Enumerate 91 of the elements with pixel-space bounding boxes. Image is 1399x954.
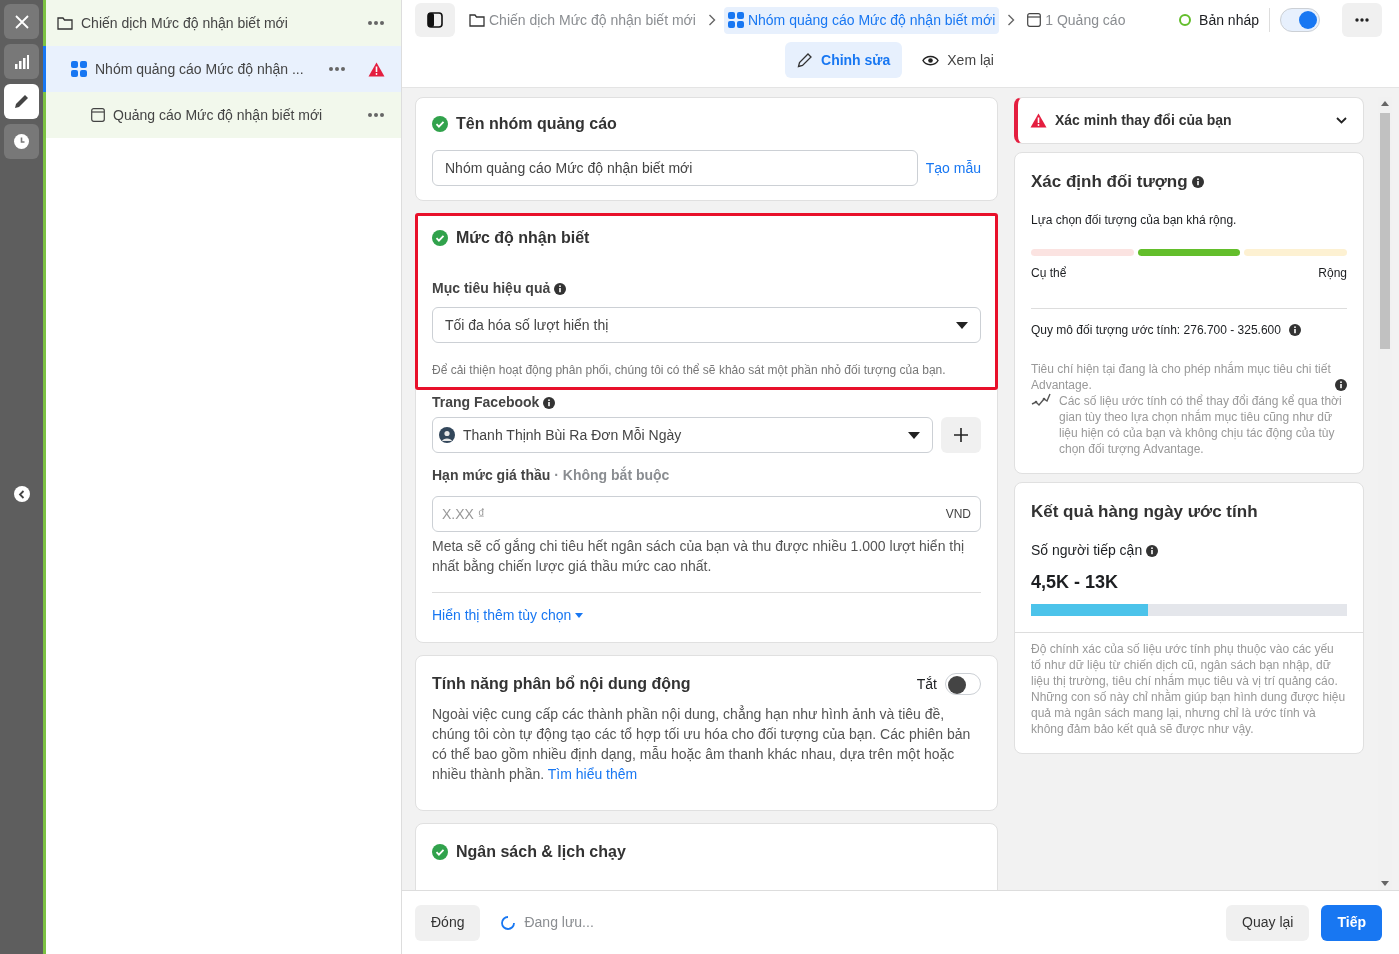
- caret-icon: [956, 321, 968, 329]
- criteria-text: Tiêu chí hiện tại đang là cho phép nhắm mục tiêu chi tiết Advantage.: [1031, 360, 1331, 393]
- status-dot-icon: [1179, 14, 1192, 26]
- eye-icon: [922, 54, 940, 66]
- chevron-right-icon: [707, 14, 716, 26]
- bar-chart-icon: [14, 54, 29, 69]
- saving-status: Đang lưu...: [524, 913, 594, 932]
- window-icon: [1027, 13, 1042, 27]
- section-title: Tính năng phân bổ nội dung động: [432, 674, 691, 694]
- folder-icon: [57, 16, 73, 30]
- alert-panel[interactable]: Xác minh thay đổi của bạn: [1014, 97, 1364, 144]
- tree-item[interactable]: Quảng cáo Mức độ nhận biết mới: [46, 92, 401, 138]
- more-icon[interactable]: [367, 112, 385, 118]
- disclaimer-text: Các số liệu ước tính có thể thay đổi đáng kể qua thời gian tùy theo lựa chọn nhắm mục tiêu cũng như dữ liệu hiện có của bạn và không chịu tác động của tùy chọn đối tượng Advantage.: [1059, 392, 1343, 457]
- tree-item-label: Chiến dịch Mức độ nhận biết mới: [81, 13, 289, 33]
- close-button[interactable]: [4, 4, 39, 39]
- add-button[interactable]: [941, 417, 981, 453]
- mode-tab[interactable]: Chỉnh sửa: [785, 42, 903, 78]
- info-icon: [1191, 175, 1204, 188]
- section-title: Mức độ nhận biết: [456, 228, 590, 248]
- goal-dropdown[interactable]: Tối đa hóa số lượt hiển thị: [432, 307, 981, 343]
- history-button[interactable]: [4, 124, 39, 159]
- tree-item[interactable]: Chiến dịch Mức độ nhận biết mới: [46, 0, 401, 46]
- trend-icon: [1031, 392, 1051, 407]
- avatar-icon: [439, 427, 455, 443]
- more-icon[interactable]: [367, 20, 385, 26]
- page-dropdown[interactable]: Thanh Thịnh Bùi Ra Đơn Mỗi Ngày: [432, 417, 933, 453]
- section-title: Xác định đối tượng: [1031, 171, 1188, 193]
- field-label: Hạn mức giá thầu: [432, 466, 551, 485]
- metric-label: Số người tiếp cận: [1031, 541, 1143, 560]
- disclaimer-text: Độ chính xác của số liệu ước tính phụ thuộc vào các yếu tố như dữ liệu từ chiến dịch cũ, ngân sách bạn nhập, dữ liệu thị trường, tiêu chí nhắm mục tiêu và vị trí quảng cáo. Những con số này chỉ nhằm giúp bạn hình dung được hiệu quả mà ngân sách mang lại, nhưng chỉ là ước tính và không đảm bảo kết quả sẽ được như vậy.: [1030, 641, 1347, 738]
- collapse-button[interactable]: [13, 486, 30, 502]
- section-title: Kết quả hàng ngày ước tính: [1031, 500, 1258, 523]
- more-button[interactable]: [1342, 3, 1382, 37]
- description-text: Ngoài việc cung cấp các thành phần nội dung, chẳng hạn như hình ảnh và tiêu đề, chúng tôi còn tự động tạo các tổ hợp tối ưu hóa cho đối tượng của bạn. Các phiên bản có thể bao gồm nhiều định dạng, mẫu hoặc âm thanh khác nhau, dựa trên một hoặc nhiều thành phần. Tìm hiểu thêm: [432, 704, 972, 784]
- clock-icon: [14, 134, 29, 149]
- edit-button[interactable]: [4, 84, 39, 119]
- metric-value: 4,5K - 13K: [1031, 571, 1120, 594]
- size-text: Quy mô đối tượng ước tính: 276.700 - 325.600: [1031, 321, 1281, 339]
- more-options-link[interactable]: Hiển thị thêm tùy chọn: [432, 605, 584, 626]
- chevron-left-icon: [17, 489, 26, 499]
- grid-icon: [727, 12, 744, 28]
- close-icon: [14, 14, 29, 29]
- help-text: Meta sẽ cố gắng chi tiêu hết ngân sách của bạn và thu được nhiều 1.000 lượt hiển thị nhất bằng chiến lược giá thầu mức cao nhất.: [432, 537, 966, 576]
- grid-icon: [71, 61, 87, 77]
- toggle-switch[interactable]: [945, 673, 981, 695]
- currency-label: VND: [945, 506, 971, 523]
- info-icon: [1146, 544, 1159, 557]
- spinner-icon: [500, 914, 517, 931]
- window-icon: [91, 108, 105, 122]
- template-link[interactable]: Tạo mẫu: [925, 157, 981, 179]
- chevron-down-icon: [1336, 117, 1347, 124]
- name-field[interactable]: Nhóm quảng cáo Mức độ nhận biết mới: [432, 150, 918, 186]
- close-button[interactable]: Đóng: [415, 904, 481, 941]
- scale-label: Rộng: [1318, 264, 1347, 282]
- info-icon: [554, 282, 567, 295]
- learn-more-link[interactable]: Tìm hiểu thêm: [547, 766, 638, 782]
- toggle-switch[interactable]: [1280, 8, 1320, 32]
- sidebar-icon: [427, 12, 443, 28]
- next-button[interactable]: Tiếp: [1321, 904, 1382, 941]
- folder-icon: [469, 13, 485, 27]
- pencil-icon: [14, 94, 29, 109]
- info-icon: [543, 396, 556, 409]
- breadcrumb-link[interactable]: Nhóm quảng cáo Mức độ nhận biết mới: [723, 6, 1000, 34]
- caret-icon: [908, 431, 920, 439]
- warning-icon: [1030, 113, 1047, 128]
- section-title: Ngân sách & lịch chạy: [456, 842, 626, 862]
- chart-button[interactable]: [4, 44, 39, 79]
- plus-icon: [954, 428, 968, 442]
- pencil-icon: [797, 52, 813, 68]
- panel-toggle-button[interactable]: [415, 3, 455, 37]
- optional-label: · Không bắt buộc: [554, 465, 670, 485]
- tree-item-label: Nhóm quảng cáo Mức độ nhận ...: [95, 59, 305, 79]
- mode-tab[interactable]: Xem lại: [910, 42, 1006, 78]
- tree-item[interactable]: Nhóm quảng cáo Mức độ nhận ...: [43, 46, 401, 92]
- chevron-right-icon: [1007, 14, 1016, 26]
- field-label: Mục tiêu hiệu quả: [432, 279, 551, 298]
- more-icon[interactable]: [328, 66, 346, 72]
- scale-label: Cụ thể: [1031, 264, 1067, 282]
- summary-text: Lựa chọn đối tượng của bạn khá rộng.: [1031, 211, 1238, 229]
- status-label: Bản nháp: [1199, 10, 1259, 30]
- info-icon: [1288, 323, 1301, 336]
- toggle-label: Tắt: [916, 674, 937, 694]
- note-text: Để cải thiện hoạt động phân phối, chúng tôi có thể sẽ khảo sát một phần nhỏ đối tượng của bạn.: [432, 362, 947, 379]
- tree-item-label: Quảng cáo Mức độ nhận biết mới: [113, 105, 324, 125]
- field-label: Trang Facebook: [432, 393, 540, 412]
- back-button[interactable]: Quay lại: [1226, 904, 1310, 941]
- more-icon: [1355, 18, 1369, 22]
- section-title: Tên nhóm quảng cáo: [456, 114, 617, 134]
- caret-icon: [575, 613, 584, 618]
- info-icon: [1335, 378, 1347, 391]
